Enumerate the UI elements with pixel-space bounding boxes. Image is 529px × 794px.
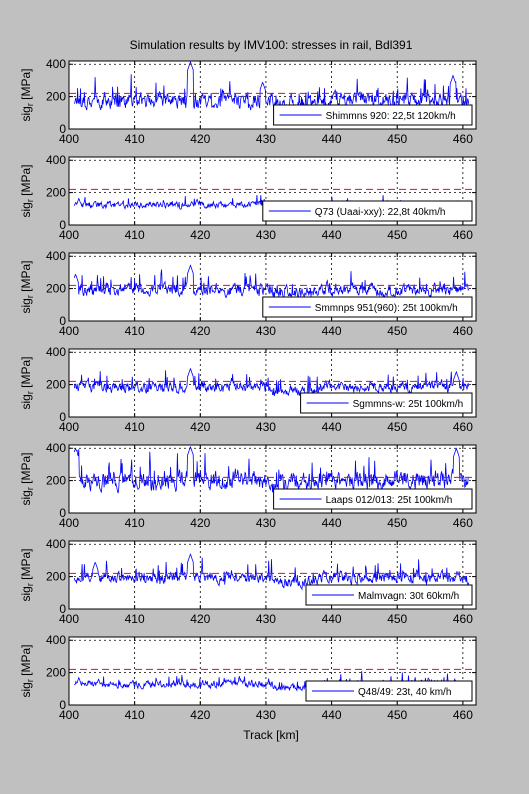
y-tick-label: 200	[46, 90, 66, 104]
x-tick-label: 410	[125, 228, 145, 242]
y-axis-label: sigr [MPa]	[19, 164, 35, 217]
subplot-7: 400 410 420 430 440 450 4600200400sigr [MPa]Q4…	[19, 633, 477, 722]
x-tick-label: 430	[256, 708, 276, 722]
x-tick-label: 420	[190, 708, 210, 722]
legend-label: Malmvagn: 30t 60km/h	[358, 591, 459, 602]
x-tick-label: 430	[256, 228, 276, 242]
legend: Malmvagn: 30t 60km/h	[305, 584, 473, 606]
x-tick-label: 450	[387, 324, 407, 338]
legend: Shimmns 920: 22,5t 120km/h	[273, 104, 473, 126]
legend-label: Sgmmns-w: 25t 100km/h	[353, 399, 464, 410]
subplot-4: 400 410 420 430 440 450 4600200400sigr [MPa]Sg…	[19, 345, 477, 434]
legend-label: Laaps 012/013: 25t 100km/h	[326, 495, 453, 506]
x-tick-label: 450	[387, 132, 407, 146]
x-tick-label: 440	[322, 708, 342, 722]
x-tick-label: 420	[190, 324, 210, 338]
y-tick-label: 200	[46, 186, 66, 200]
figure: Simulation results by IMV100: stresses i…	[19, 38, 477, 742]
subplot-6: 400 410 420 430 440 450 4600200400sigr [MPa]Ma…	[19, 537, 477, 626]
y-tick-label: 400	[46, 441, 66, 455]
x-tick-label: 440	[322, 132, 342, 146]
y-axis-label: sigr [MPa]	[19, 356, 35, 409]
x-tick-label: 410	[125, 324, 145, 338]
y-tick-label: 0	[59, 410, 66, 424]
legend-label: Q73 (Uaai-xxy): 22,8t 40km/h	[315, 207, 446, 218]
x-tick-label: 410	[125, 708, 145, 722]
x-tick-label: 460	[453, 420, 473, 434]
subplot-5: 400 410 420 430 440 450 4600200400sigr [MPa]La…	[19, 441, 477, 530]
y-tick-label: 0	[59, 122, 66, 136]
y-tick-label: 400	[46, 153, 66, 167]
legend: Sgmmns-w: 25t 100km/h	[300, 392, 473, 414]
x-tick-label: 460	[453, 516, 473, 530]
y-tick-label: 200	[46, 474, 66, 488]
x-tick-label: 460	[453, 708, 473, 722]
y-tick-label: 400	[46, 633, 66, 647]
x-tick-label: 410	[125, 516, 145, 530]
x-tick-label: 430	[256, 132, 276, 146]
legend-label: Shimmns 920: 22,5t 120km/h	[326, 111, 456, 122]
x-tick-label: 420	[190, 228, 210, 242]
y-tick-label: 400	[46, 249, 66, 263]
x-tick-label: 440	[322, 420, 342, 434]
subplot-2: 400 410 420 430 440 450 4600200400sigr [MPa]Q7…	[19, 153, 477, 242]
x-tick-label: 410	[125, 420, 145, 434]
x-tick-label: 450	[387, 228, 407, 242]
y-tick-label: 0	[59, 314, 66, 328]
x-tick-label: 460	[453, 612, 473, 626]
subplot-1: 400 410 420 430 440 450 4600200400sigr [MPa]Sh…	[19, 57, 477, 146]
y-tick-label: 400	[46, 345, 66, 359]
y-tick-label: 0	[59, 602, 66, 616]
y-axis-label: sigr [MPa]	[19, 68, 35, 121]
x-tick-label: 440	[322, 516, 342, 530]
x-tick-label: 410	[125, 132, 145, 146]
y-tick-label: 200	[46, 570, 66, 584]
legend: Q73 (Uaai-xxy): 22,8t 40km/h	[262, 200, 473, 222]
x-tick-label: 430	[256, 516, 276, 530]
legend-label: Q48/49: 23t, 40 km/h	[358, 687, 451, 698]
y-tick-label: 0	[59, 218, 66, 232]
x-tick-label: 420	[190, 516, 210, 530]
x-tick-label: 460	[453, 324, 473, 338]
y-axis-label: sigr [MPa]	[19, 260, 35, 313]
y-tick-label: 200	[46, 282, 66, 296]
y-axis-label: sigr [MPa]	[19, 548, 35, 601]
x-tick-label: 420	[190, 132, 210, 146]
y-axis-label: sigr [MPa]	[19, 644, 35, 697]
x-tick-label: 430	[256, 324, 276, 338]
x-tick-label: 450	[387, 420, 407, 434]
y-tick-label: 200	[46, 378, 66, 392]
x-tick-label: 460	[453, 132, 473, 146]
x-tick-label: 440	[322, 324, 342, 338]
x-tick-label: 420	[190, 612, 210, 626]
legend: Smmnps 951(960): 25t 100km/h	[262, 296, 473, 318]
y-axis-label: sigr [MPa]	[19, 452, 35, 505]
x-axis-label: Track [km]	[243, 728, 299, 742]
x-tick-label: 430	[256, 612, 276, 626]
y-tick-label: 0	[59, 506, 66, 520]
x-tick-label: 450	[387, 708, 407, 722]
y-tick-label: 200	[46, 666, 66, 680]
x-tick-label: 450	[387, 612, 407, 626]
x-tick-label: 440	[322, 228, 342, 242]
x-tick-label: 410	[125, 612, 145, 626]
y-tick-label: 0	[59, 698, 66, 712]
x-tick-label: 450	[387, 516, 407, 530]
legend-label: Smmnps 951(960): 25t 100km/h	[315, 303, 458, 314]
subplot-stack: 400 410 420 430 440 450 460 0 200 400 sigr [MPa] Sh…	[19, 57, 477, 722]
legend: Q48/49: 23t, 40 km/h	[305, 680, 473, 702]
x-tick-label: 420	[190, 420, 210, 434]
y-tick-label: 400	[46, 57, 66, 71]
x-tick-label: 430	[256, 420, 276, 434]
y-tick-label: 400	[46, 537, 66, 551]
x-tick-label: 440	[322, 612, 342, 626]
x-tick-label: 460	[453, 228, 473, 242]
subplot-3: 400 410 420 430 440 450 4600200400sigr [MPa]Sm…	[19, 249, 477, 338]
figure-title: Simulation results by IMV100: stresses i…	[130, 38, 413, 52]
legend: Laaps 012/013: 25t 100km/h	[273, 488, 473, 510]
